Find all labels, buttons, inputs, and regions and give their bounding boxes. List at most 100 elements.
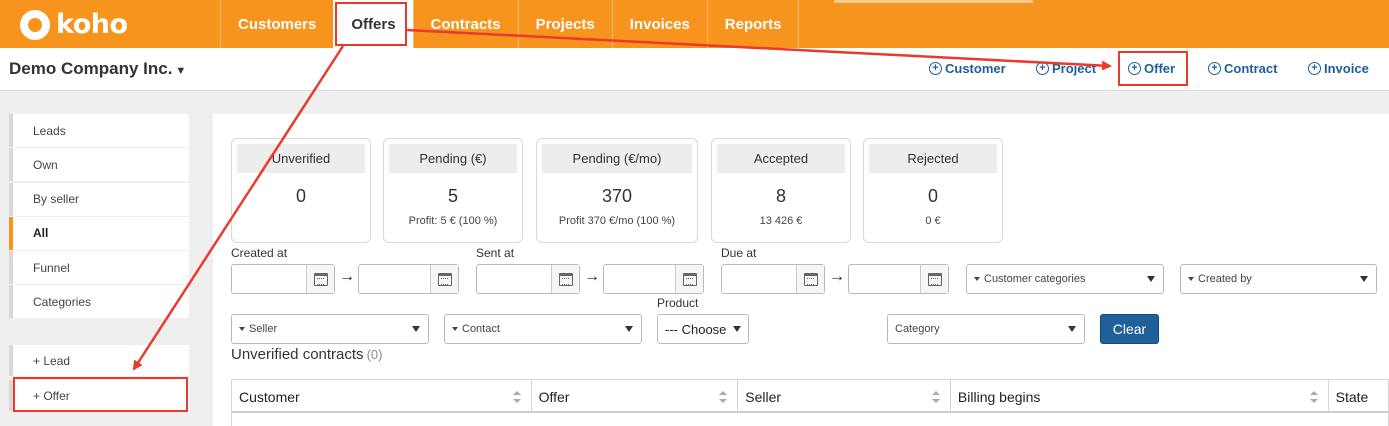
caret-down-icon (452, 327, 458, 331)
created-by-label: Created by (1198, 273, 1252, 285)
product-select[interactable]: --- Choose (657, 314, 749, 344)
summary-card-accepted[interactable]: Accepted 8 13 426 € (711, 138, 851, 243)
summary-card-pending-monthly[interactable]: Pending (€/mo) 370 Profit 370 €/mo (100 … (536, 138, 698, 243)
column-header-billing-begins[interactable]: Billing begins (951, 380, 1329, 413)
nav-reports[interactable]: Reports (706, 0, 800, 48)
sidebar-item-all[interactable]: All (9, 216, 189, 250)
due-at-to-field[interactable] (848, 264, 949, 294)
due-at-label: Due at (721, 246, 757, 260)
product-select-value: --- Choose (665, 321, 727, 337)
main-nav: Customers Offers Contracts Projects Invo… (220, 0, 800, 48)
sidebar-item-by-seller[interactable]: By seller (9, 182, 189, 216)
column-header-customer[interactable]: Customer (232, 380, 532, 413)
sort-icon (1309, 391, 1318, 403)
topbar-highlight (834, 0, 1033, 3)
chevron-down-icon: ▼ (175, 65, 187, 77)
category-label: Category (895, 323, 940, 335)
caret-down-icon (239, 327, 245, 331)
calendar-button[interactable] (306, 265, 334, 293)
sent-at-to-field[interactable] (603, 264, 704, 294)
new-contract-button[interactable]: + Contract (1208, 61, 1277, 76)
contact-select[interactable]: Contact (444, 314, 642, 344)
calendar-button[interactable] (675, 265, 703, 293)
seller-select[interactable]: Seller (231, 314, 429, 344)
category-select[interactable]: Category (887, 314, 1085, 344)
seller-label: Seller (249, 323, 278, 335)
card-value: 0 (927, 186, 938, 206)
chevron-down-icon (1147, 276, 1155, 282)
contracts-table: Customer Offer Seller Billing begins Sta… (231, 379, 1389, 426)
plus-circle-icon: + (1308, 62, 1321, 75)
nav-customers[interactable]: Customers (220, 0, 333, 48)
calendar-icon (927, 272, 942, 286)
product-label: Product (657, 296, 699, 310)
summary-card-rejected[interactable]: Rejected 0 0 € (863, 138, 1003, 243)
calendar-icon (313, 272, 328, 286)
customer-categories-select[interactable]: Customer categories (966, 264, 1164, 294)
column-header-seller[interactable]: Seller (738, 380, 951, 413)
logo-text: koho (56, 9, 128, 40)
column-header-offer[interactable]: Offer (532, 380, 739, 413)
add-lead-button[interactable]: + Lead (9, 345, 189, 376)
sidebar-filters: Leads Own By seller All Funnel Categorie… (9, 114, 189, 320)
card-title: Pending (€/mo) (542, 144, 692, 173)
sidebar-item-leads[interactable]: Leads (9, 114, 189, 147)
card-title: Accepted (717, 144, 845, 173)
nav-invoices[interactable]: Invoices (611, 0, 707, 48)
card-value: 8 (775, 186, 786, 206)
calendar-icon (437, 272, 452, 286)
caret-down-icon (974, 277, 980, 281)
company-selector[interactable]: Demo Company Inc. ▼ (9, 59, 186, 79)
summary-card-unverified[interactable]: Unverified 0 (231, 138, 371, 243)
chevron-down-icon (1360, 276, 1368, 282)
created-by-select[interactable]: Created by (1180, 264, 1377, 294)
card-value: 0 (295, 186, 306, 206)
sidebar-item-own[interactable]: Own (9, 148, 189, 182)
new-project-label: Project (1052, 61, 1097, 76)
new-customer-button[interactable]: + Customer (929, 61, 1006, 76)
range-arrow-icon: → (829, 268, 845, 285)
card-value: 370 (601, 186, 633, 206)
column-header-state[interactable]: State (1329, 380, 1388, 413)
calendar-button[interactable] (920, 265, 948, 293)
created-at-label: Created at (231, 246, 288, 260)
new-invoice-label: Invoice (1324, 61, 1369, 76)
calendar-icon (682, 272, 697, 286)
summary-card-pending-eur[interactable]: Pending (€) 5 Profit: 5 € (100 %) (383, 138, 523, 243)
nav-projects[interactable]: Projects (517, 0, 612, 48)
sidebar-item-categories[interactable]: Categories (9, 285, 189, 319)
logo-icon (20, 9, 50, 40)
card-title: Unverified (237, 144, 365, 173)
calendar-button[interactable] (551, 265, 579, 293)
clear-button[interactable]: Clear (1100, 314, 1159, 344)
plus-circle-icon: + (1036, 62, 1049, 75)
new-customer-label: Customer (945, 61, 1006, 76)
nav-contracts[interactable]: Contracts (412, 0, 518, 48)
new-project-button[interactable]: + Project (1036, 61, 1096, 76)
new-contract-label: Contract (1224, 61, 1278, 76)
koho-logo[interactable]: koho (20, 9, 128, 40)
card-title: Rejected (869, 144, 997, 173)
section-title-text: Unverified contracts (231, 346, 364, 363)
annotation-box-add-offer (13, 377, 188, 412)
section-count: (0) (366, 347, 383, 362)
sidebar-item-funnel[interactable]: Funnel (9, 251, 189, 285)
new-invoice-button[interactable]: + Invoice (1308, 61, 1369, 76)
card-subtext: 13 426 € (759, 215, 803, 227)
calendar-button[interactable] (796, 265, 824, 293)
sent-at-from-field[interactable] (476, 264, 580, 294)
created-at-to-field[interactable] (358, 264, 459, 294)
chevron-down-icon (625, 326, 633, 332)
annotation-box-offers-tab (335, 2, 407, 46)
plus-circle-icon: + (929, 62, 942, 75)
customer-categories-label: Customer categories (984, 273, 1086, 285)
card-value: 5 (447, 186, 458, 206)
calendar-button[interactable] (430, 265, 458, 293)
created-at-from-field[interactable] (231, 264, 335, 294)
chevron-down-icon (733, 326, 741, 332)
plus-circle-icon: + (1208, 62, 1221, 75)
due-at-from-field[interactable] (721, 264, 825, 294)
range-arrow-icon: → (339, 268, 355, 285)
card-subtext: 0 € (925, 215, 941, 227)
calendar-icon (803, 272, 818, 286)
